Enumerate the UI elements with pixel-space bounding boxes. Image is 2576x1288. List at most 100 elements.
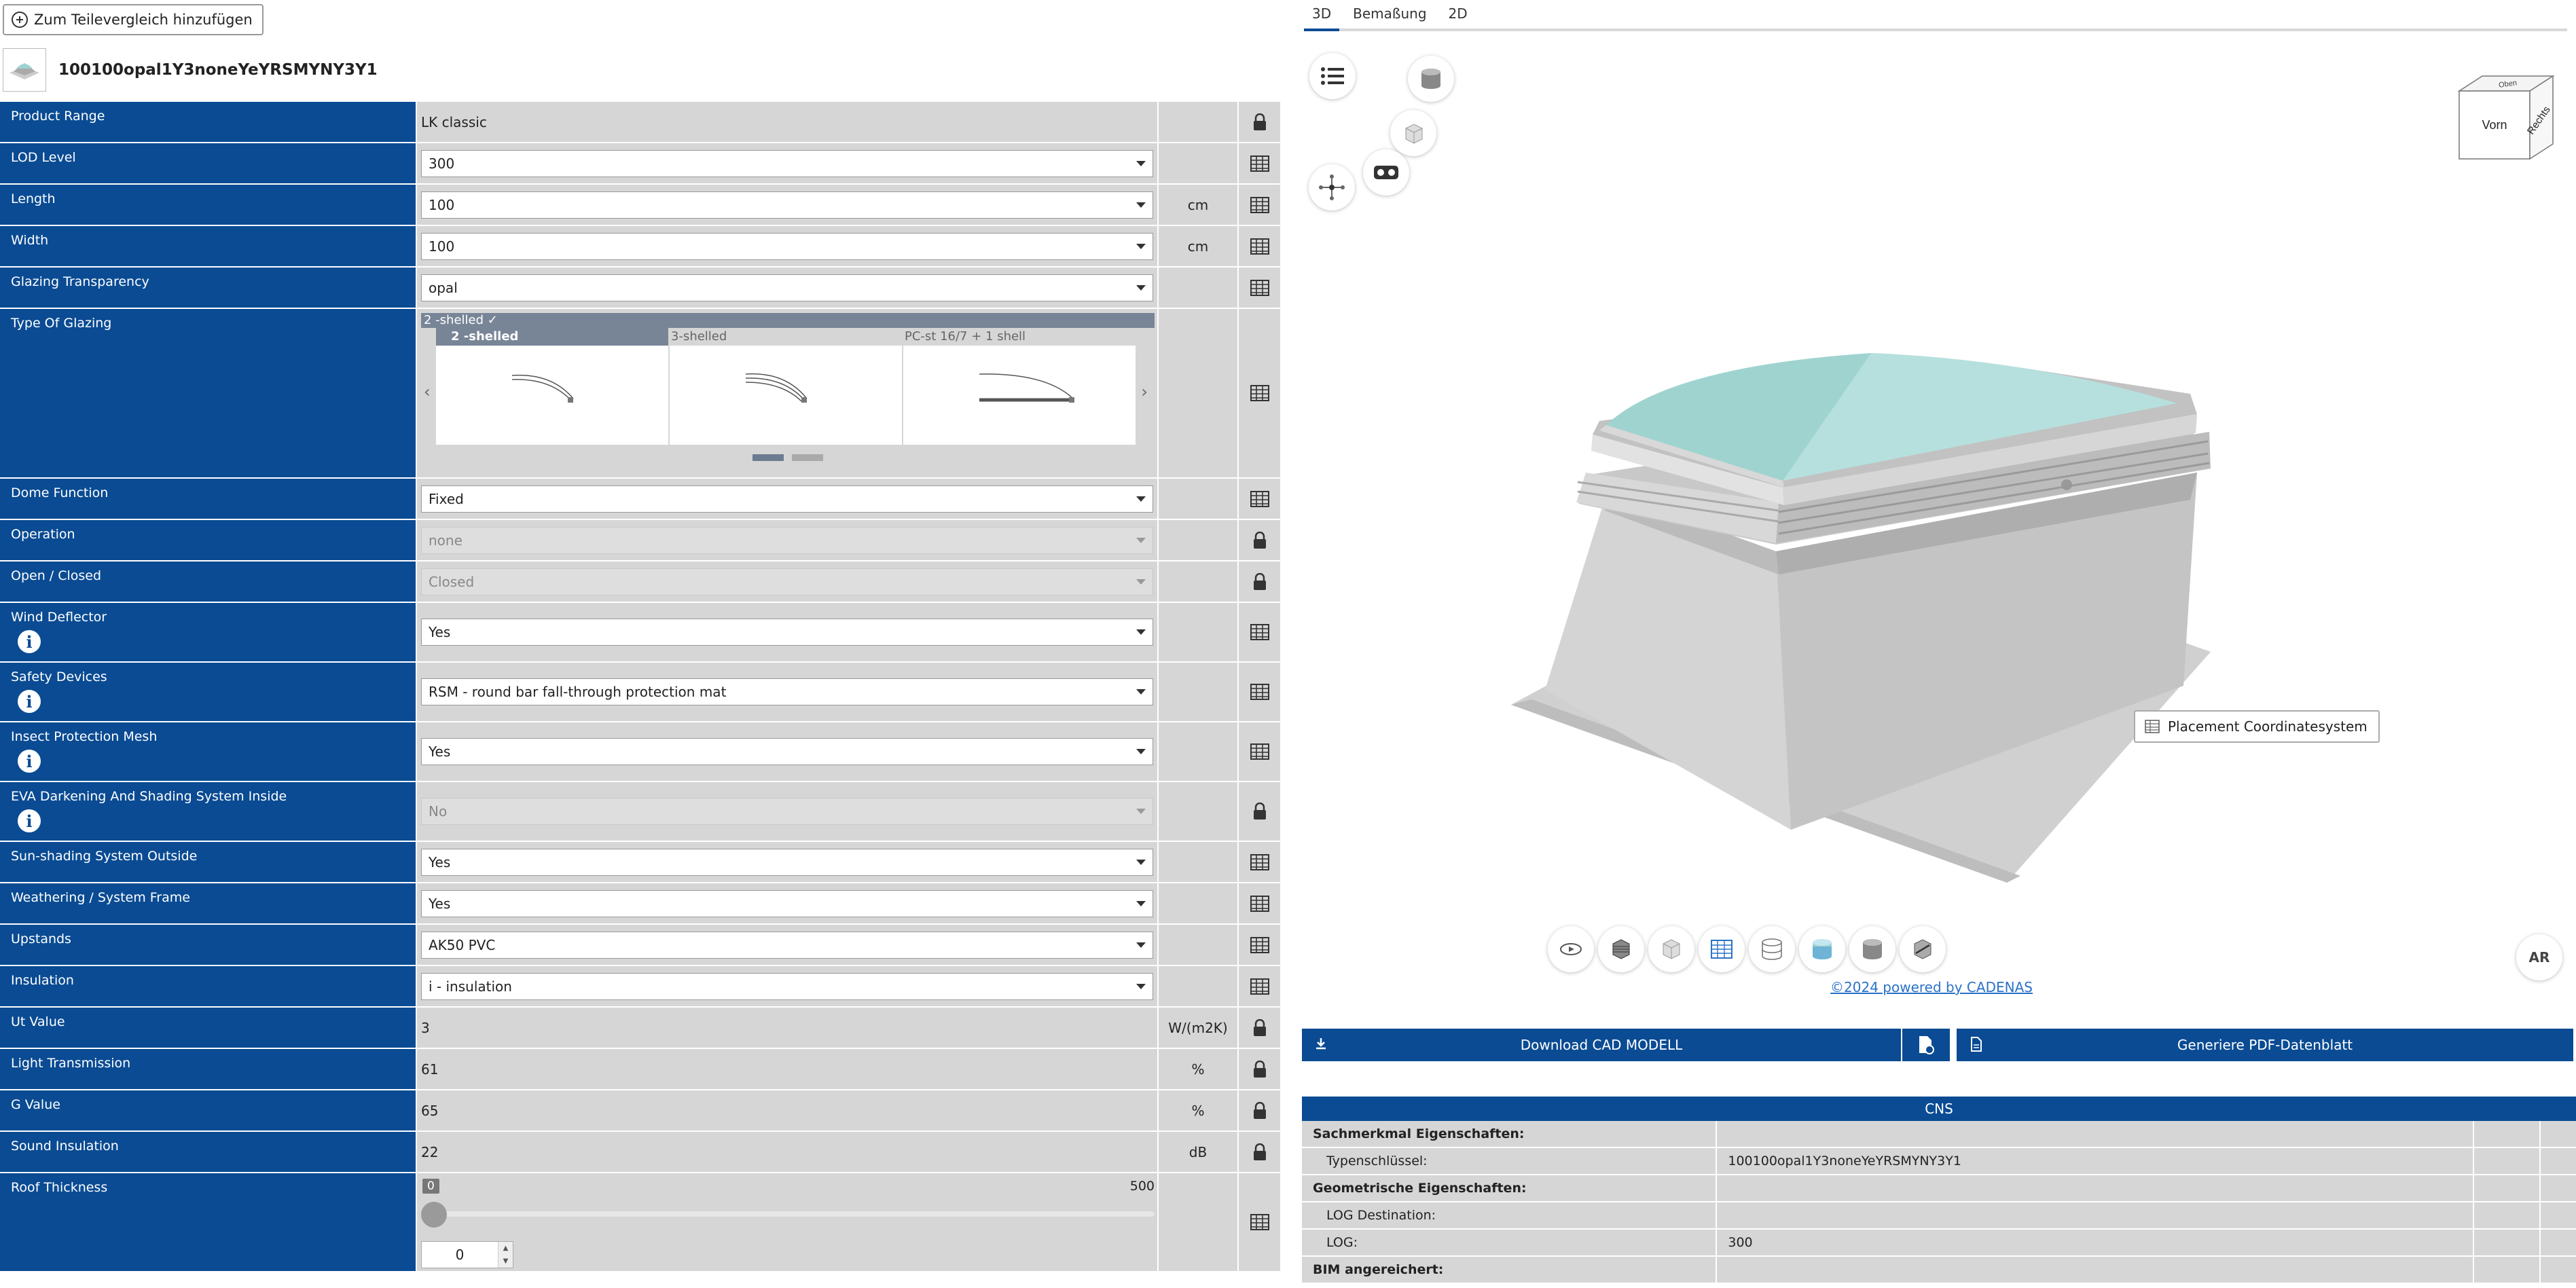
chevron-left-icon[interactable]: ‹ xyxy=(424,382,431,401)
cns-key: Geometrische Eigenschaften: xyxy=(1302,1175,1716,1201)
table-icon[interactable] xyxy=(1250,385,1269,401)
cube-icon xyxy=(1405,124,1423,144)
table-icon[interactable] xyxy=(1250,895,1269,912)
row-safety-devices: Safety Devices i RSM - round bar fall-thr… xyxy=(0,663,1280,722)
viewer-tabs: 3D Bemaßung 2D xyxy=(1304,0,2567,31)
table-icon[interactable] xyxy=(1250,743,1269,760)
select-value: i - insulation xyxy=(429,978,512,995)
table-icon[interactable] xyxy=(1250,853,1269,870)
download-cad-button[interactable]: Download CAD MODELL xyxy=(1302,1029,1901,1061)
solid-view-button[interactable] xyxy=(1849,926,1895,972)
rotate-icon xyxy=(1560,943,1582,955)
powered-by-link[interactable]: ©2024 powered by CADENAS xyxy=(1287,979,2576,995)
row-ut-value: Ut Value 3 W/(m2K) xyxy=(0,1008,1280,1049)
carousel-dot[interactable] xyxy=(752,454,784,461)
transparency-button[interactable] xyxy=(1799,926,1845,972)
tab-2d[interactable]: 2D xyxy=(1440,5,1476,29)
lod-level-select[interactable]: 300 xyxy=(421,149,1153,177)
table-icon[interactable] xyxy=(1250,978,1269,995)
ar-button[interactable]: AR xyxy=(2516,934,2562,980)
width-select[interactable]: 100 xyxy=(421,232,1153,260)
info-icon[interactable]: i xyxy=(18,630,41,653)
vr-goggles-icon xyxy=(1374,166,1398,179)
glazing-option-pc-st[interactable]: PC-st 16/7 + 1 shell xyxy=(903,328,1137,445)
rotate-animation-button[interactable] xyxy=(1548,926,1594,972)
slider-track[interactable] xyxy=(421,1211,1155,1217)
add-to-compare-button[interactable]: Zum Teilevergleich hinzufügen xyxy=(3,4,264,35)
material-button[interactable] xyxy=(1408,56,1454,102)
chevron-down-icon xyxy=(1136,749,1146,754)
dome-function-select[interactable]: Fixed xyxy=(421,485,1153,513)
row-label: Glazing Transparency xyxy=(0,268,416,308)
weathering-select[interactable]: Yes xyxy=(421,889,1153,917)
chevron-down-icon xyxy=(1136,983,1146,989)
shaded-view-button[interactable] xyxy=(1648,926,1694,972)
stepper-up-icon[interactable]: ▲ xyxy=(503,1245,509,1252)
table-icon[interactable] xyxy=(1250,279,1269,296)
unit-label: dB xyxy=(1159,1132,1237,1172)
viewcube-front[interactable]: Vorn xyxy=(2482,118,2507,132)
wireframe-button[interactable] xyxy=(1598,926,1644,972)
table-icon[interactable] xyxy=(1250,238,1269,255)
length-select[interactable]: 100 xyxy=(421,191,1153,219)
row-light-transmission: Light Transmission 61 % xyxy=(0,1049,1280,1090)
vr-button[interactable] xyxy=(1363,149,1409,196)
select-value: 100 xyxy=(429,238,455,255)
cns-key: Sachmerkmal Eigenschaften: xyxy=(1302,1121,1716,1147)
tab-dimensions[interactable]: Bemaßung xyxy=(1345,5,1434,29)
row-label: EVA Darkening And Shading System Inside xyxy=(11,789,287,804)
cylinder-icon xyxy=(1863,939,1882,959)
tab-3d[interactable]: 3D xyxy=(1304,5,1340,31)
table-icon[interactable] xyxy=(1250,155,1269,172)
hide-parts-button[interactable] xyxy=(1900,926,1946,972)
cns-table: CNS Sachmerkmal Eigenschaften: Typenschl… xyxy=(1302,1097,2576,1284)
info-icon[interactable]: i xyxy=(18,690,41,713)
stepper-down-icon[interactable]: ▼ xyxy=(503,1257,509,1265)
cns-title: CNS xyxy=(1302,1097,2576,1121)
generate-pdf-button[interactable]: Generiere PDF-Datenblatt xyxy=(1957,1029,2573,1061)
explode-view-button[interactable] xyxy=(1309,164,1355,210)
insulation-select[interactable]: i - insulation xyxy=(421,972,1153,1000)
carousel-pagination xyxy=(421,454,1155,461)
table-icon[interactable] xyxy=(1250,1214,1269,1230)
info-icon[interactable]: i xyxy=(18,750,41,773)
table-icon[interactable] xyxy=(1250,624,1269,640)
table-icon[interactable] xyxy=(1250,684,1269,700)
safety-devices-select[interactable]: RSM - round bar fall-through protection … xyxy=(421,678,1153,705)
select-value: RSM - round bar fall-through protection … xyxy=(429,684,727,700)
carousel-dot[interactable] xyxy=(792,454,823,461)
skylight-3d-model[interactable] xyxy=(1491,339,2333,896)
section-view-button[interactable] xyxy=(1749,926,1795,972)
upstands-select[interactable]: AK50 PVC xyxy=(421,931,1153,959)
table-view-button[interactable] xyxy=(1699,926,1745,972)
slider-thumb[interactable] xyxy=(421,1202,447,1228)
select-value: none xyxy=(429,532,462,549)
pdf-label: Generiere PDF-Datenblatt xyxy=(2177,1037,2353,1053)
eva-darkening-select: No xyxy=(421,798,1153,825)
table-icon[interactable] xyxy=(1250,936,1269,953)
download-settings-button[interactable] xyxy=(1901,1029,1950,1061)
table-icon[interactable] xyxy=(1250,196,1269,213)
row-sun-shading: Sun-shading System Outside Yes xyxy=(0,842,1280,883)
view-cube[interactable]: Vorn Rechts Oben xyxy=(2455,67,2557,162)
glazing-transparency-select[interactable]: opal xyxy=(421,274,1153,301)
wind-deflector-select[interactable]: Yes xyxy=(421,619,1153,646)
chevron-right-icon[interactable]: › xyxy=(1141,382,1148,401)
info-icon[interactable]: i xyxy=(18,809,41,832)
glazing-option-3-shelled[interactable]: 3-shelled xyxy=(670,328,903,445)
table-icon[interactable] xyxy=(1250,490,1269,507)
sun-shading-select[interactable]: Yes xyxy=(421,848,1153,876)
glazing-option-2-shelled[interactable]: 2 -shelled xyxy=(436,328,670,445)
cns-value: 300 xyxy=(1717,1230,2473,1255)
part-header: 100100opal1Y3noneYeYRSMYNY3Y1 xyxy=(3,48,378,92)
viewer-toolbar: AR xyxy=(1287,926,2576,980)
unit-label: % xyxy=(1159,1090,1237,1130)
list-menu-button[interactable] xyxy=(1309,53,1356,99)
row-product-range: Product Range LK classic xyxy=(0,102,1280,143)
placement-coordinatesystem-tooltip[interactable]: Placement Coordinatesystem xyxy=(2134,710,2380,743)
view-box-button[interactable] xyxy=(1390,110,1436,156)
roof-thickness-stepper[interactable]: 0 ▲ ▼ xyxy=(421,1241,513,1268)
part-title: 100100opal1Y3noneYeYRSMYNY3Y1 xyxy=(58,61,378,79)
chevron-down-icon xyxy=(1136,202,1146,208)
insect-protection-select[interactable]: Yes xyxy=(421,738,1153,765)
